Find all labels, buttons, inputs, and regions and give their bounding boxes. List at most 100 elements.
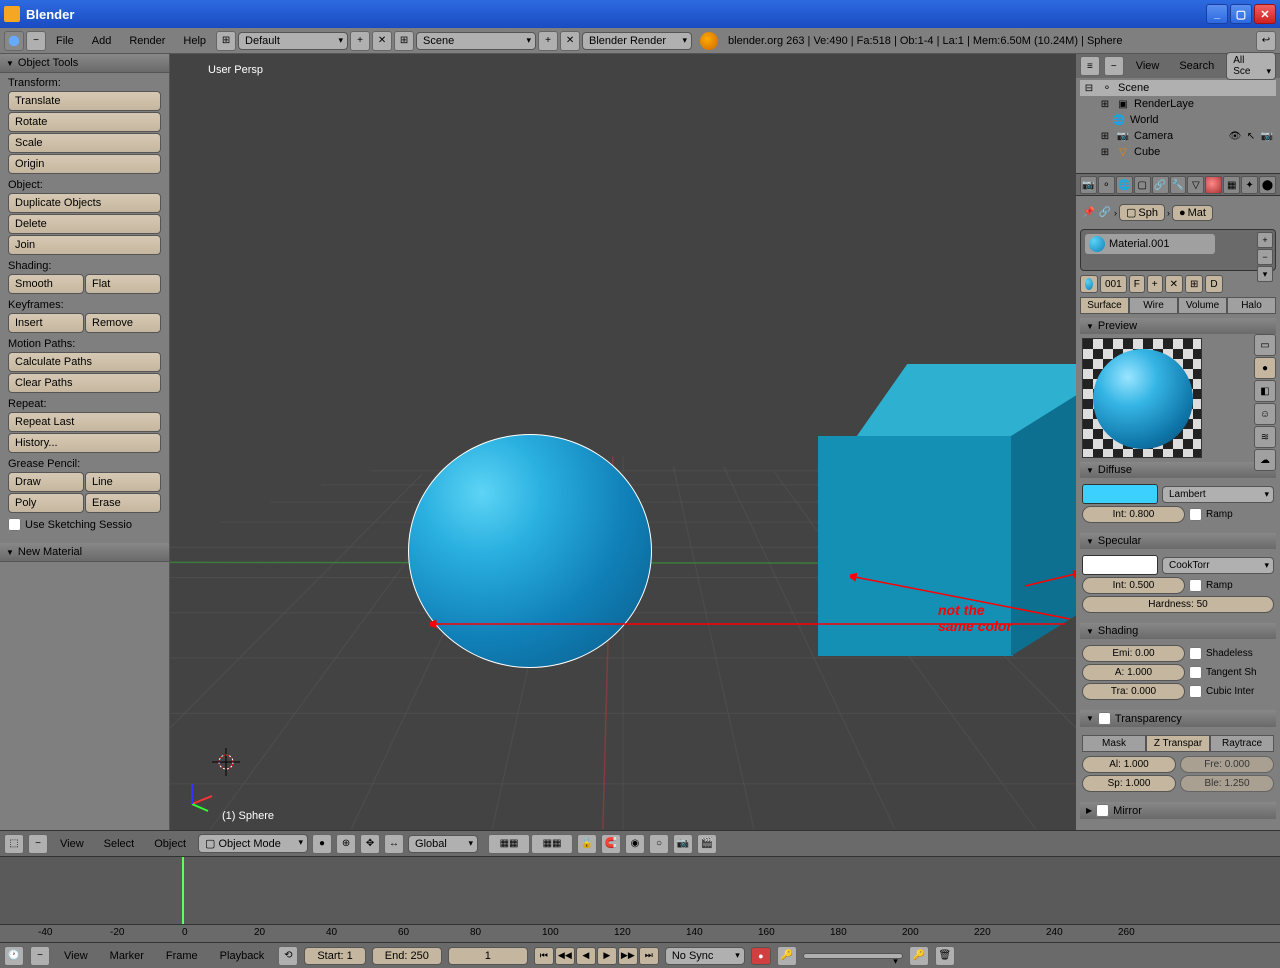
tab-modifiers[interactable]: 🔧 — [1170, 176, 1187, 194]
spec-alpha-field[interactable]: Sp: 1.000 — [1082, 775, 1176, 792]
keyframe-prev-icon[interactable]: ◀◀ — [555, 947, 575, 965]
sketching-checkbox-row[interactable]: Use Sketching Sessio — [0, 514, 169, 535]
help-menu[interactable]: Help — [175, 32, 214, 50]
material-slot-list[interactable]: Material.001 + − ▾ — [1080, 229, 1276, 271]
selectable-icon[interactable]: ↖ — [1244, 129, 1258, 143]
specular-section-header[interactable]: Specular — [1080, 533, 1276, 549]
window-close-button[interactable]: ✕ — [1254, 4, 1276, 24]
disclosure-icon[interactable]: ⊟ — [1082, 81, 1096, 95]
translate-button[interactable]: Translate — [8, 91, 161, 111]
type-volume-tab[interactable]: Volume — [1178, 297, 1227, 314]
render-preview-icon[interactable]: 📷 — [673, 834, 693, 854]
tab-physics[interactable]: ⬤ — [1259, 176, 1276, 194]
join-button[interactable]: Join — [8, 235, 161, 255]
outliner-scene-item[interactable]: ⊟ ⚬ Scene — [1080, 80, 1276, 96]
tab-material[interactable] — [1205, 176, 1222, 194]
tangent-checkbox[interactable]: Tangent Sh — [1189, 666, 1274, 679]
ambient-field[interactable]: A: 1.000 — [1082, 664, 1185, 681]
sketching-checkbox[interactable] — [8, 518, 21, 531]
key-delete-icon[interactable]: 🗑 — [935, 946, 955, 966]
play-reverse-icon[interactable]: ◀ — [576, 947, 596, 965]
blend-field[interactable]: Ble: 1.250 — [1180, 775, 1274, 792]
gp-line-button[interactable]: Line — [85, 472, 161, 492]
material-slot-item[interactable]: Material.001 — [1085, 234, 1215, 254]
render-menu[interactable]: Render — [121, 32, 173, 50]
mat-fake-user-button[interactable]: F — [1129, 275, 1145, 293]
diffuse-shader-dropdown[interactable]: Lambert — [1162, 486, 1274, 503]
layers-group1[interactable]: ▦▦ — [488, 834, 530, 854]
type-halo-tab[interactable]: Halo — [1227, 297, 1276, 314]
editor-type-icon[interactable] — [4, 31, 24, 51]
viewport-shading-icon[interactable]: ● — [312, 834, 332, 854]
outliner-filter-dropdown[interactable]: All Sce — [1226, 52, 1276, 80]
key-insert-icon[interactable]: 🔑 — [909, 946, 929, 966]
breadcrumb-object[interactable]: ▢Sph — [1119, 204, 1165, 221]
preview-sky-icon[interactable]: ☁ — [1254, 449, 1276, 471]
file-menu[interactable]: File — [48, 32, 82, 50]
breadcrumb-material[interactable]: ●Mat — [1172, 205, 1213, 221]
specular-ramp-checkbox[interactable]: Ramp — [1189, 579, 1274, 592]
type-wire-tab[interactable]: Wire — [1129, 297, 1178, 314]
transp-mask-tab[interactable]: Mask — [1082, 735, 1146, 752]
hardness-field[interactable]: Hardness: 50 — [1082, 596, 1274, 613]
timeline-frame-menu[interactable]: Frame — [158, 947, 206, 965]
smooth-button[interactable]: Smooth — [8, 274, 84, 294]
window-minimize-button[interactable]: _ — [1206, 4, 1228, 24]
outliner-search-menu[interactable]: Search — [1171, 57, 1222, 75]
timeline-view-menu[interactable]: View — [56, 947, 96, 965]
insert-keyframe-button[interactable]: Insert — [8, 313, 84, 333]
scene-browse-icon[interactable]: ⊞ — [394, 31, 414, 51]
jump-start-icon[interactable]: ⏮ — [534, 947, 554, 965]
proportional-icon[interactable]: ○ — [649, 834, 669, 854]
pin-icon[interactable]: 📌 — [1082, 206, 1096, 220]
emit-field[interactable]: Emi: 0.00 — [1082, 645, 1185, 662]
tab-scene[interactable]: ⚬ — [1098, 176, 1115, 194]
transp-raytrace-tab[interactable]: Raytrace — [1210, 735, 1274, 752]
calculate-paths-button[interactable]: Calculate Paths — [8, 352, 161, 372]
origin-button[interactable]: Origin — [8, 154, 161, 174]
outliner-cube-item[interactable]: ⊞ ▽ Cube — [1080, 144, 1276, 160]
visibility-icon[interactable]: 👁 — [1228, 129, 1242, 143]
preview-hair-icon[interactable]: ≋ — [1254, 426, 1276, 448]
disclosure-icon[interactable]: ⊞ — [1098, 97, 1112, 111]
outliner-renderlayer-item[interactable]: ⊞ ▣ RenderLaye — [1080, 96, 1276, 112]
mat-unlink-icon[interactable]: ✕ — [1165, 275, 1183, 293]
current-frame-field[interactable]: 1 — [448, 947, 528, 965]
jump-end-icon[interactable]: ⏭ — [639, 947, 659, 965]
collapse-menu-icon[interactable]: − — [26, 31, 46, 51]
cubic-checkbox[interactable]: Cubic Inter — [1189, 685, 1274, 698]
duplicate-button[interactable]: Duplicate Objects — [8, 193, 161, 213]
scale-button[interactable]: Scale — [8, 133, 161, 153]
timeline-track[interactable] — [0, 856, 1280, 924]
keyframe-next-icon[interactable]: ▶▶ — [618, 947, 638, 965]
mode-dropdown[interactable]: ▢ Object Mode — [198, 834, 308, 853]
keying-set-icon[interactable]: 🔑 — [777, 946, 797, 966]
scene-delete-icon[interactable]: ✕ — [560, 31, 580, 51]
transparency-section-header[interactable]: Transparency — [1080, 710, 1276, 727]
outliner-camera-item[interactable]: ⊞ 📷 Camera 👁 ↖ 📷 — [1080, 128, 1276, 144]
fresnel-field[interactable]: Fre: 0.000 — [1180, 756, 1274, 773]
mat-users-field[interactable]: 001 — [1100, 275, 1127, 293]
tab-render[interactable]: 📷 — [1080, 176, 1097, 194]
back-to-previous-icon[interactable]: ↩ — [1256, 31, 1276, 51]
shadeless-checkbox[interactable]: Shadeless — [1189, 647, 1274, 660]
object-menu[interactable]: Object — [146, 835, 194, 853]
select-menu[interactable]: Select — [96, 835, 143, 853]
manipulator-translate-icon[interactable]: ↔ — [384, 834, 404, 854]
3dview-collapse-icon[interactable]: − — [28, 834, 48, 854]
transparency-checkbox[interactable] — [1098, 712, 1111, 725]
specular-intensity-field[interactable]: Int: 0.500 — [1082, 577, 1185, 594]
disclosure-icon[interactable]: ⊞ — [1098, 145, 1112, 159]
start-frame-field[interactable]: Start: 1 — [304, 947, 365, 965]
diffuse-intensity-field[interactable]: Int: 0.800 — [1082, 506, 1185, 523]
object-tools-header[interactable]: Object Tools — [0, 54, 169, 73]
render-engine-dropdown[interactable]: Blender Render — [582, 32, 692, 50]
slot-add-icon[interactable]: + — [1257, 232, 1273, 248]
scene-dropdown[interactable]: Scene — [416, 32, 536, 50]
preview-monkey-icon[interactable]: ☺ — [1254, 403, 1276, 425]
delete-button[interactable]: Delete — [8, 214, 161, 234]
history-button[interactable]: History... — [8, 433, 161, 453]
tab-world[interactable]: 🌐 — [1116, 176, 1133, 194]
alpha-field[interactable]: Al: 1.000 — [1082, 756, 1176, 773]
play-icon[interactable]: ▶ — [597, 947, 617, 965]
